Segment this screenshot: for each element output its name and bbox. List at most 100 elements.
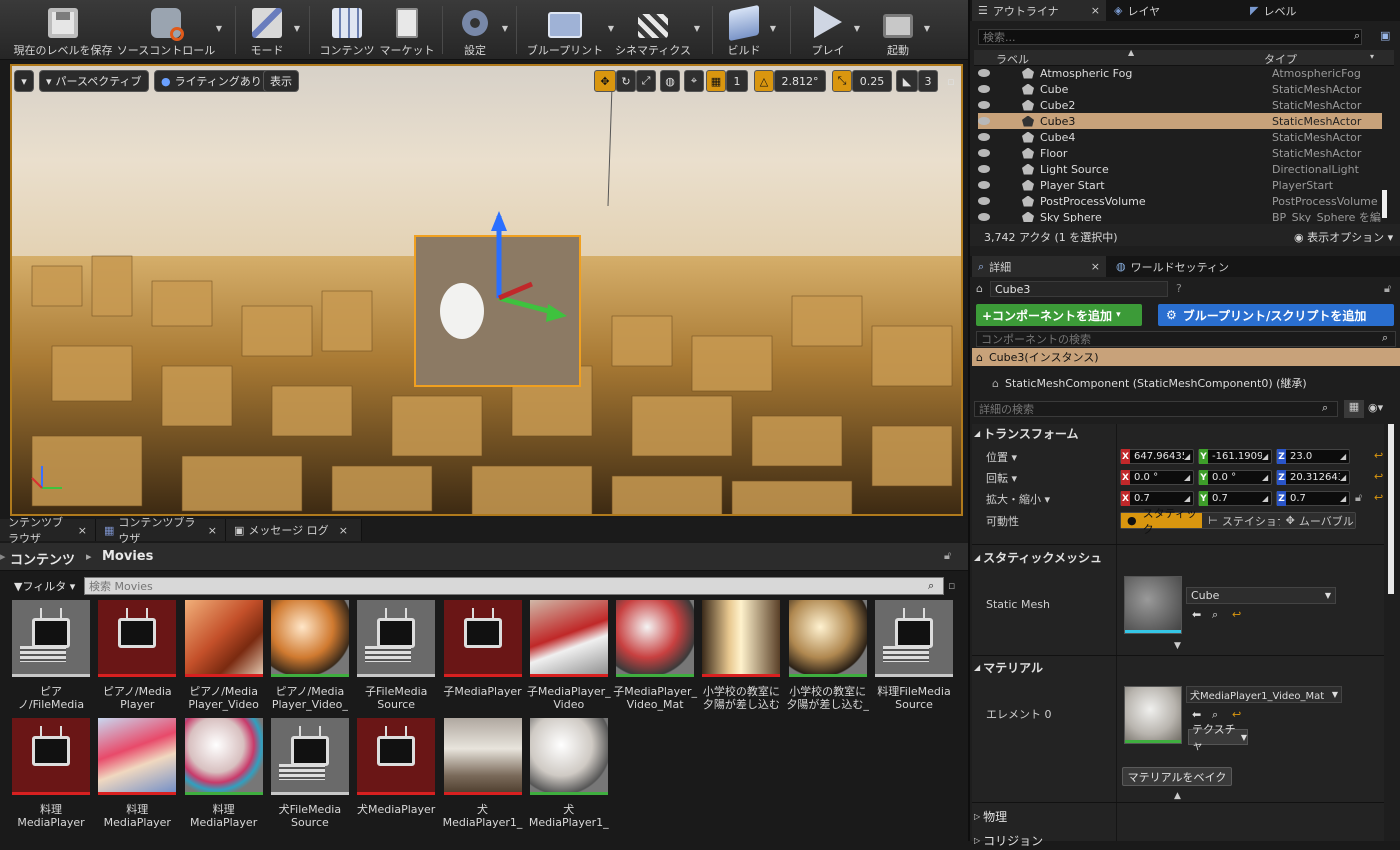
breadcrumb-root[interactable]: コンテンツ [10, 549, 75, 568]
rotation-z-field[interactable]: Z 20.312643 ◢ [1276, 470, 1350, 485]
asset-tile[interactable]: 子FileMedia Source [357, 600, 436, 713]
textures-dropdown[interactable]: テクスチャ ▼ [1188, 723, 1248, 752]
outliner-row[interactable]: PostProcessVolume PostProcessVolume [978, 193, 1382, 209]
reset-icon[interactable]: ↩ [1374, 470, 1383, 483]
outliner-row[interactable]: Floor StaticMeshActor [978, 145, 1382, 161]
component-row[interactable]: ⌂ StaticMeshComponent (StaticMeshComponen… [992, 375, 1307, 391]
actor-name-field[interactable]: Cube3 [990, 281, 1168, 297]
rotation-x-field[interactable]: X 0.0 ° ◢ [1120, 470, 1194, 485]
search-icon[interactable]: ⌕ [1354, 29, 1360, 43]
cinematics-button[interactable]: シネマティクス ▼ [615, 4, 700, 58]
scale-snap-icon[interactable]: ⤡ [832, 70, 852, 92]
eye-icon[interactable]: ◉▾ [1368, 401, 1383, 414]
component-instance-row[interactable]: ⌂ Cube3(インスタンス) [972, 348, 1400, 366]
asset-tile[interactable]: 犬MediaPlayer [357, 718, 435, 831]
outliner-row[interactable]: Sky Sphere BP_Sky_Sphere を編 [978, 209, 1382, 222]
bake-material-button[interactable]: マテリアルをベイク [1122, 767, 1232, 786]
close-icon[interactable]: × [78, 524, 87, 537]
mobility-static-button[interactable]: ● スタティック [1121, 507, 1203, 536]
asset-tile[interactable]: 犬MediaPlayer1_ Video_Mat [529, 718, 609, 831]
material-dropdown[interactable]: 犬MediaPlayer1_Video_Mat ▼ [1186, 686, 1342, 703]
scale-z-field[interactable]: Z 0.7 ◢ [1276, 491, 1350, 506]
material-thumbnail[interactable] [1124, 686, 1182, 744]
viewport-options-button[interactable]: ▾ [14, 70, 34, 92]
reset-icon[interactable]: ↩ [1374, 449, 1383, 462]
tab-world-settings[interactable]: ◍ ワールドセッティン [1110, 256, 1250, 277]
rotation-snap-value[interactable]: 2.812° [774, 70, 826, 92]
static-mesh-dropdown[interactable]: Cube ▼ [1186, 587, 1336, 604]
search-icon[interactable]: ⌕ [928, 579, 934, 593]
modes-button[interactable]: モード ▼ [244, 4, 300, 58]
chevron-down-icon[interactable]: ▾ [1370, 52, 1374, 61]
outliner-row[interactable]: Player Start PlayerStart [978, 177, 1382, 193]
static-mesh-thumbnail[interactable] [1124, 576, 1182, 634]
asset-tile[interactable]: 料理MediaPlayer _Video [98, 718, 177, 831]
section-materials[interactable]: ◢ マテリアル [974, 657, 1394, 677]
chevron-down-icon[interactable]: ▼ [216, 24, 222, 33]
collapse-advanced-icon[interactable]: ▲ [1174, 791, 1181, 801]
tab-outliner[interactable]: ☰ アウトライナ × [972, 0, 1106, 21]
chevron-down-icon[interactable]: ▼ [294, 24, 300, 33]
asset-tile[interactable]: 料理FileMedia Source [875, 600, 953, 713]
show-button[interactable]: 表示 [263, 70, 299, 92]
section-collision[interactable]: ▷ コリジョン [974, 830, 1394, 850]
outliner-row[interactable]: Atmospheric Fog AtmosphericFog [978, 66, 1382, 81]
view-options-button[interactable]: ◉ 表示オプション ▾ [1294, 229, 1393, 245]
close-icon[interactable]: × [208, 524, 217, 537]
details-search-input[interactable] [974, 401, 1338, 417]
filter-button[interactable]: ▼フィルタ ▾ [14, 578, 75, 594]
visibility-eye-icon[interactable] [978, 133, 990, 141]
scale-x-field[interactable]: X 0.7 ◢ [1120, 491, 1194, 506]
outliner-row[interactable]: Light Source DirectionalLight [978, 161, 1382, 177]
search-icon[interactable]: ⌕ [1382, 331, 1388, 345]
lighting-mode-button[interactable]: ● ライティングあり [154, 70, 269, 92]
lock-icon[interactable]: 🔓︎ [1384, 282, 1391, 296]
outliner-row[interactable]: Cube StaticMeshActor [978, 81, 1382, 97]
outliner-row[interactable]: Cube4 StaticMeshActor [978, 129, 1382, 145]
tab-message-log[interactable]: ▣ メッセージ ログ × [226, 519, 362, 541]
asset-tile[interactable]: 子MediaPlayer_ Video [527, 600, 611, 713]
rotation-y-field[interactable]: Y 0.0 ° ◢ [1198, 470, 1272, 485]
component-search-input[interactable] [976, 331, 1396, 347]
visibility-eye-icon[interactable] [978, 181, 990, 189]
play-button[interactable]: プレイ ▼ [806, 4, 860, 58]
rotation-snap-icon[interactable]: △ [754, 70, 774, 92]
add-blueprint-button[interactable]: ⚙ ブループリント/スクリプトを追加 [1158, 304, 1394, 326]
visibility-eye-icon[interactable] [978, 69, 990, 77]
content-button[interactable]: コンテンツ [320, 4, 375, 58]
asset-tile[interactable]: 小学校の教室に 夕陽が差し込む [702, 600, 781, 713]
visibility-eye-icon[interactable] [978, 197, 990, 205]
browse-icon[interactable]: ⌕ [1212, 708, 1218, 722]
asset-tile[interactable]: 子MediaPlayer_ Video_Mat [613, 600, 697, 713]
grid-snap-value[interactable]: 1 [726, 70, 748, 92]
chevron-down-icon[interactable]: ▼ [770, 24, 776, 33]
reset-icon[interactable]: ↩ [1232, 608, 1241, 621]
chevron-down-icon[interactable]: ▼ [924, 24, 930, 33]
maximize-viewport-icon[interactable]: ▫ [944, 70, 958, 92]
outliner-scrollbar[interactable] [1382, 190, 1387, 218]
section-physics[interactable]: ▷ 物理 [974, 806, 1394, 826]
asset-tile[interactable]: 子MediaPlayer [443, 600, 522, 713]
outliner-row[interactable]: Cube3 StaticMeshActor [978, 113, 1382, 129]
close-icon[interactable]: × [339, 524, 348, 537]
visibility-eye-icon[interactable] [978, 149, 990, 157]
outliner-search-input[interactable] [978, 29, 1362, 45]
reset-icon[interactable]: ↩ [1374, 491, 1383, 504]
rotation-label[interactable]: 回転 ▾ [986, 470, 1017, 486]
asset-tile[interactable]: 料理MediaPlayer [12, 718, 90, 831]
lock-icon[interactable]: 🔓︎ [1355, 491, 1362, 505]
browse-icon[interactable]: ⌕ [1212, 608, 1218, 622]
lock-icon[interactable]: 🔓︎ [944, 549, 951, 563]
visibility-eye-icon[interactable] [978, 117, 990, 125]
reset-icon[interactable]: ↩ [1232, 708, 1241, 721]
save-search-icon[interactable]: ▫ [948, 579, 955, 592]
visibility-eye-icon[interactable] [978, 85, 990, 93]
location-label[interactable]: 位置 ▾ [986, 449, 1017, 465]
property-matrix-icon[interactable]: ▦ [1344, 400, 1364, 418]
surface-snap-icon[interactable]: ⌖ [684, 70, 704, 92]
visibility-eye-icon[interactable] [978, 213, 990, 221]
blueprint-button[interactable]: ブループリント ▼ [526, 4, 614, 58]
asset-tile[interactable]: 小学校の教室に 夕陽が差し込む_ Mat [786, 600, 869, 713]
settings-button[interactable]: 設定 ▼ [452, 4, 508, 58]
chevron-down-icon[interactable]: ▼ [694, 24, 700, 33]
